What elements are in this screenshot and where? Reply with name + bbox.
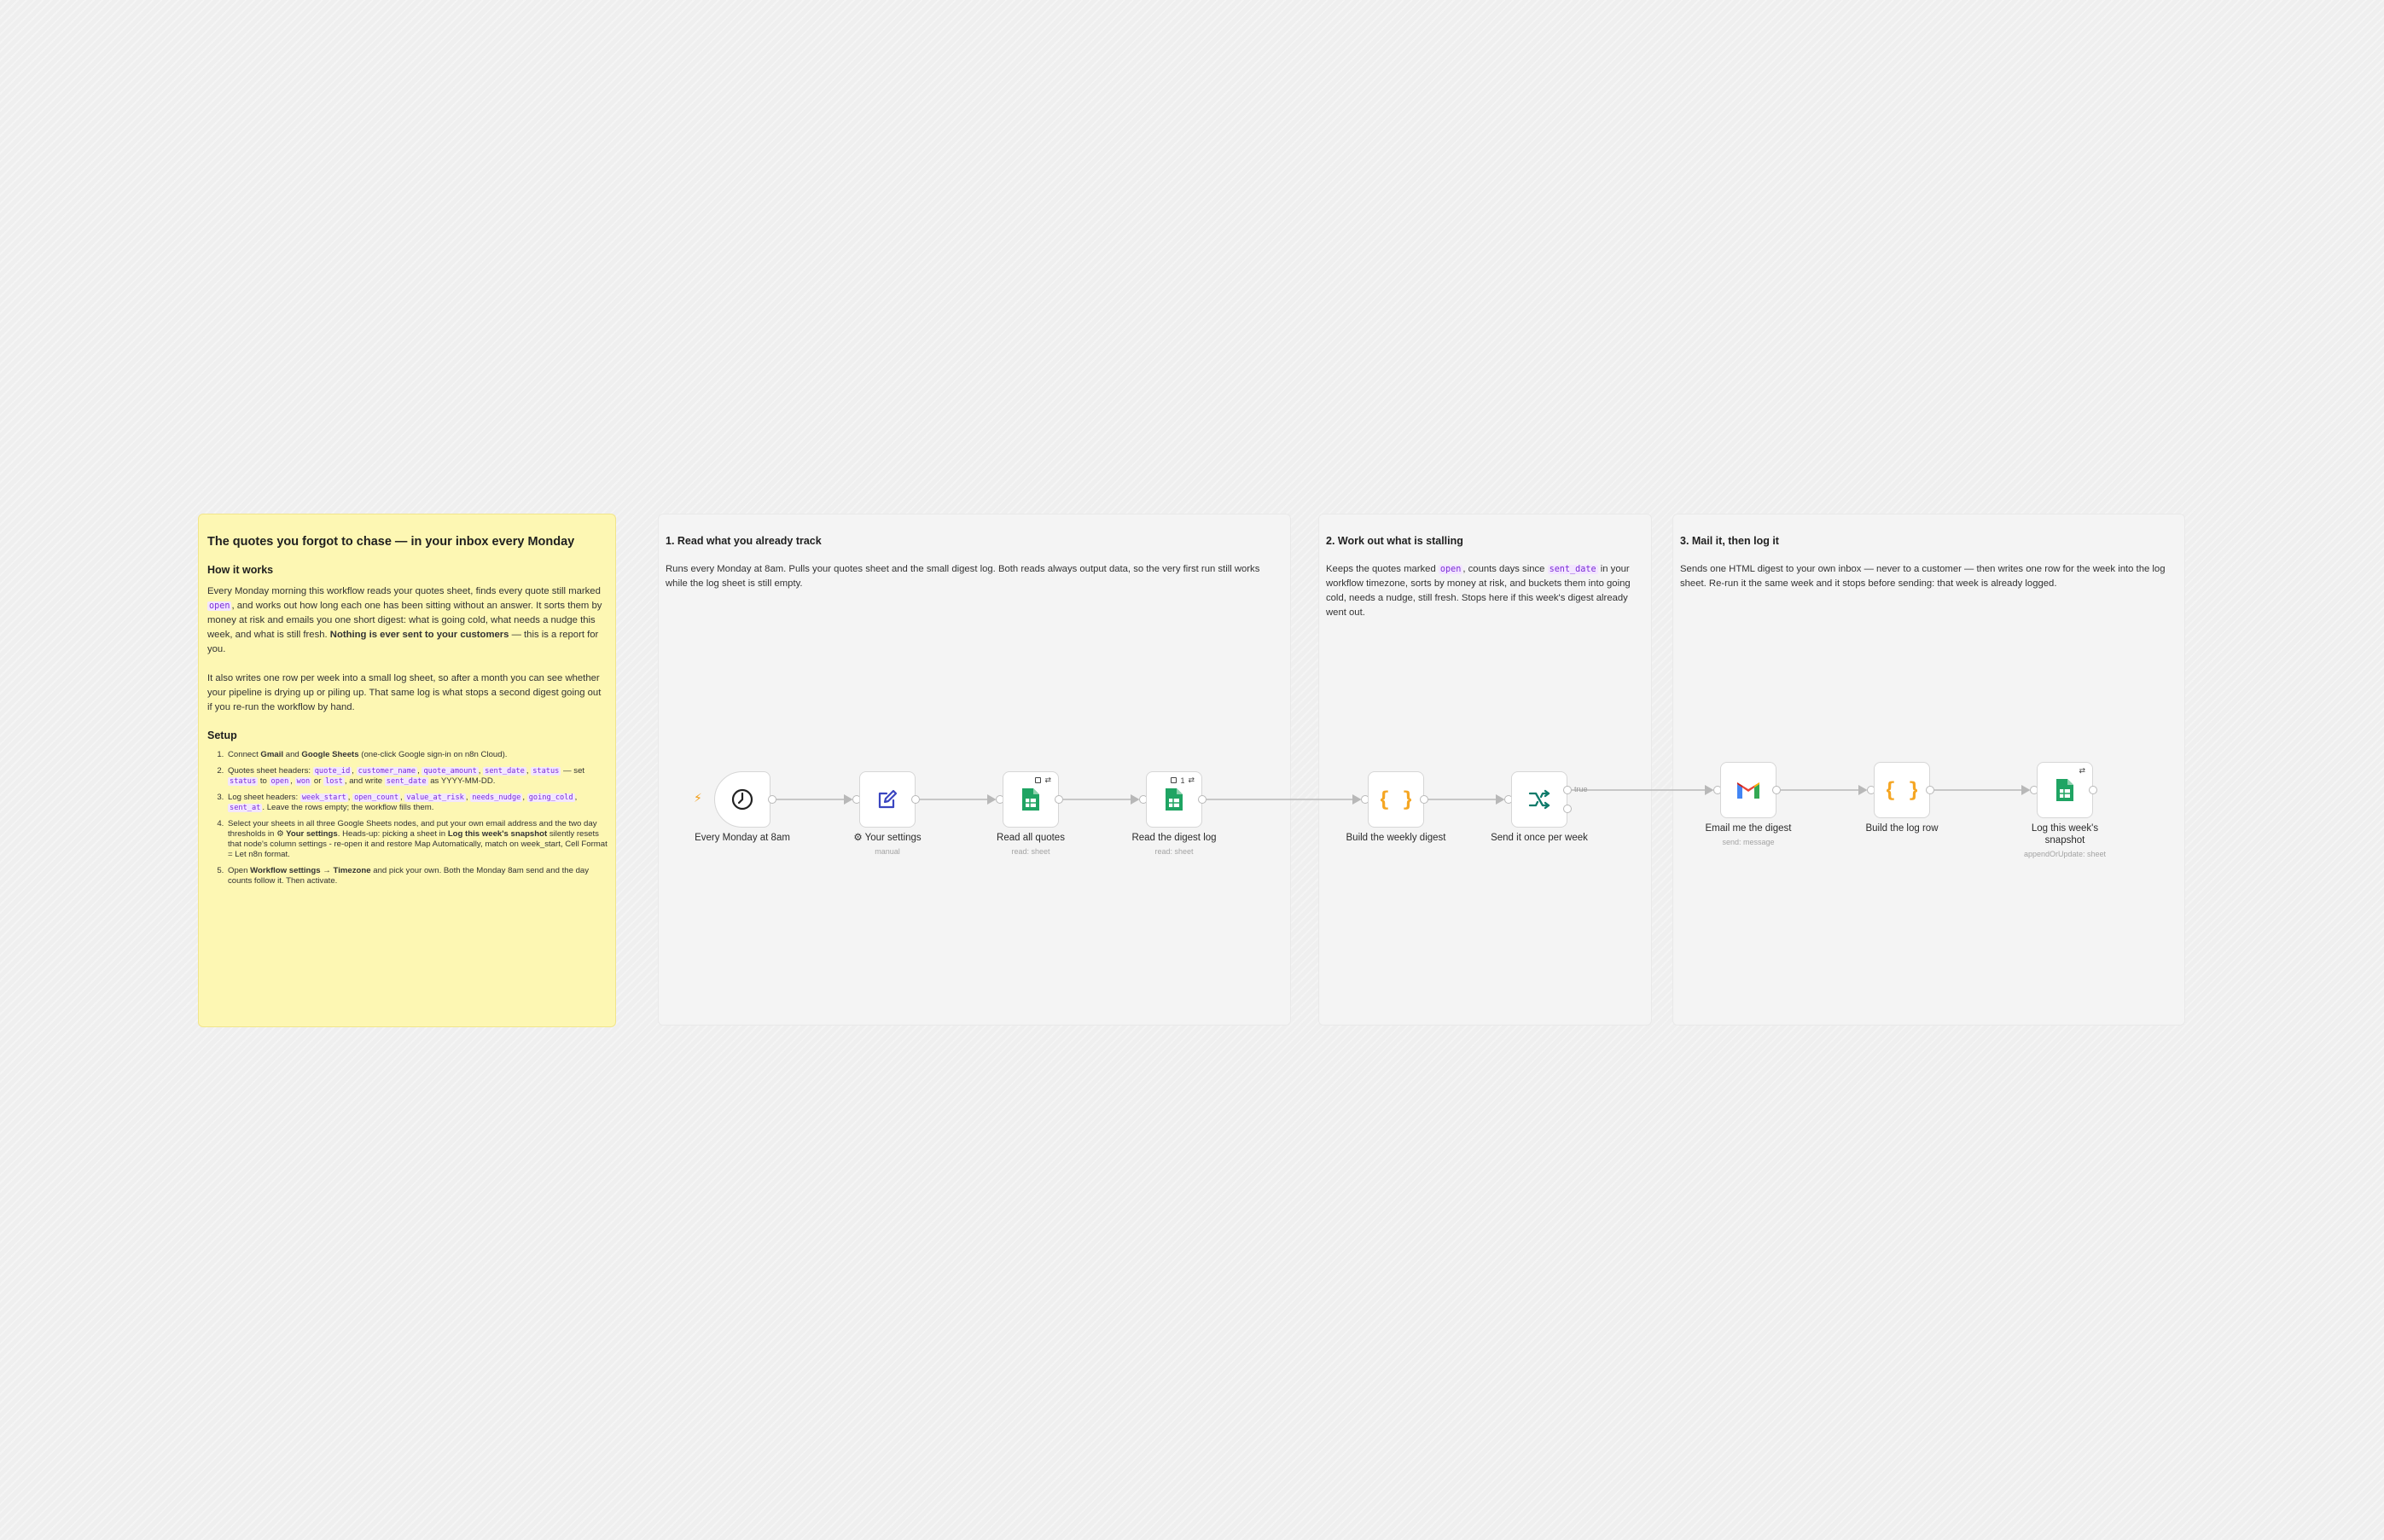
node-build-weekly-digest[interactable]: { }: [1368, 771, 1424, 828]
pin-icon: [1171, 777, 1177, 783]
run-count-badge: 1: [1180, 776, 1185, 785]
read-log-node-label: Read the digest log: [1131, 833, 1217, 843]
read-log-output-port[interactable]: [1198, 795, 1207, 804]
snapshot-node-subtitle: appendOrUpdate: sheet: [2023, 850, 2107, 858]
node-schedule-trigger[interactable]: [714, 771, 770, 828]
settings-node-subtitle: manual: [875, 847, 900, 856]
read-quotes-output-port[interactable]: [1055, 795, 1063, 804]
code-braces-icon: { }: [1381, 787, 1411, 811]
svg-text:{ }: { }: [1381, 787, 1411, 811]
email-node-subtitle: send: message: [1722, 838, 1775, 846]
node-your-settings[interactable]: [859, 771, 916, 828]
send-once-true-port[interactable]: [1563, 786, 1572, 794]
sync-icon: ⇄: [1044, 776, 1051, 784]
node-build-the-log-row[interactable]: { }: [1874, 762, 1930, 818]
node-badges: ⇄: [2079, 766, 2085, 776]
schedule-node-label: Every Monday at 8am: [695, 833, 790, 843]
svg-text:{ }: { }: [1887, 778, 1917, 802]
send-once-false-port[interactable]: [1563, 805, 1572, 813]
sheets-icon: [2056, 779, 2073, 801]
workflow-canvas[interactable]: The quotes you forgot to chase — in your…: [0, 0, 2384, 1540]
node-send-once-per-week[interactable]: [1511, 771, 1567, 828]
email-output-port[interactable]: [1772, 786, 1781, 794]
build-log-node-label: Build the log row: [1865, 823, 1939, 834]
pin-icon: [1035, 777, 1042, 783]
snapshot-output-port[interactable]: [2089, 786, 2097, 794]
sheets-icon: [1166, 788, 1183, 811]
node-badges: 1 ⇄: [1171, 776, 1195, 785]
node-log-this-weeks-snapshot[interactable]: ⇄: [2037, 762, 2093, 818]
node-read-digest-log[interactable]: 1 ⇄: [1146, 771, 1202, 828]
sync-icon: ⇄: [2079, 766, 2085, 775]
node-read-all-quotes[interactable]: ⇄: [1003, 771, 1059, 828]
send-once-node-label: Send it once per week: [1491, 833, 1588, 843]
email-node-label: Email me the digest: [1705, 823, 1792, 834]
connection-wires: [776, 785, 2031, 805]
settings-output-port[interactable]: [911, 795, 920, 804]
read-log-node-subtitle: read: sheet: [1154, 847, 1194, 856]
clock-icon: [731, 788, 753, 811]
node-email-me-the-digest[interactable]: [1720, 762, 1776, 818]
schedule-output-port[interactable]: [768, 795, 776, 804]
settings-node-label: ⚙ Your settings: [853, 833, 922, 843]
snapshot-node-label: Log this week's snapshot: [2031, 823, 2099, 846]
read-quotes-node-subtitle: read: sheet: [1011, 847, 1050, 856]
code-braces-icon: { }: [1887, 778, 1917, 802]
node-badges: ⇄: [1035, 776, 1051, 785]
true-branch-label: true: [1574, 785, 1588, 793]
pencil-icon: [878, 789, 898, 809]
sync-icon: ⇄: [1188, 776, 1195, 784]
sheets-icon: [1022, 788, 1039, 811]
build-log-output-port[interactable]: [1926, 786, 1934, 794]
gmail-icon: [1737, 782, 1759, 799]
trigger-bolt-icon: ⚡: [694, 791, 702, 805]
read-quotes-node-label: Read all quotes: [997, 833, 1065, 843]
build-digest-output-port[interactable]: [1420, 795, 1428, 804]
build-digest-node-label: Build the weekly digest: [1346, 833, 1446, 843]
if-branch-icon: [1528, 789, 1550, 810]
